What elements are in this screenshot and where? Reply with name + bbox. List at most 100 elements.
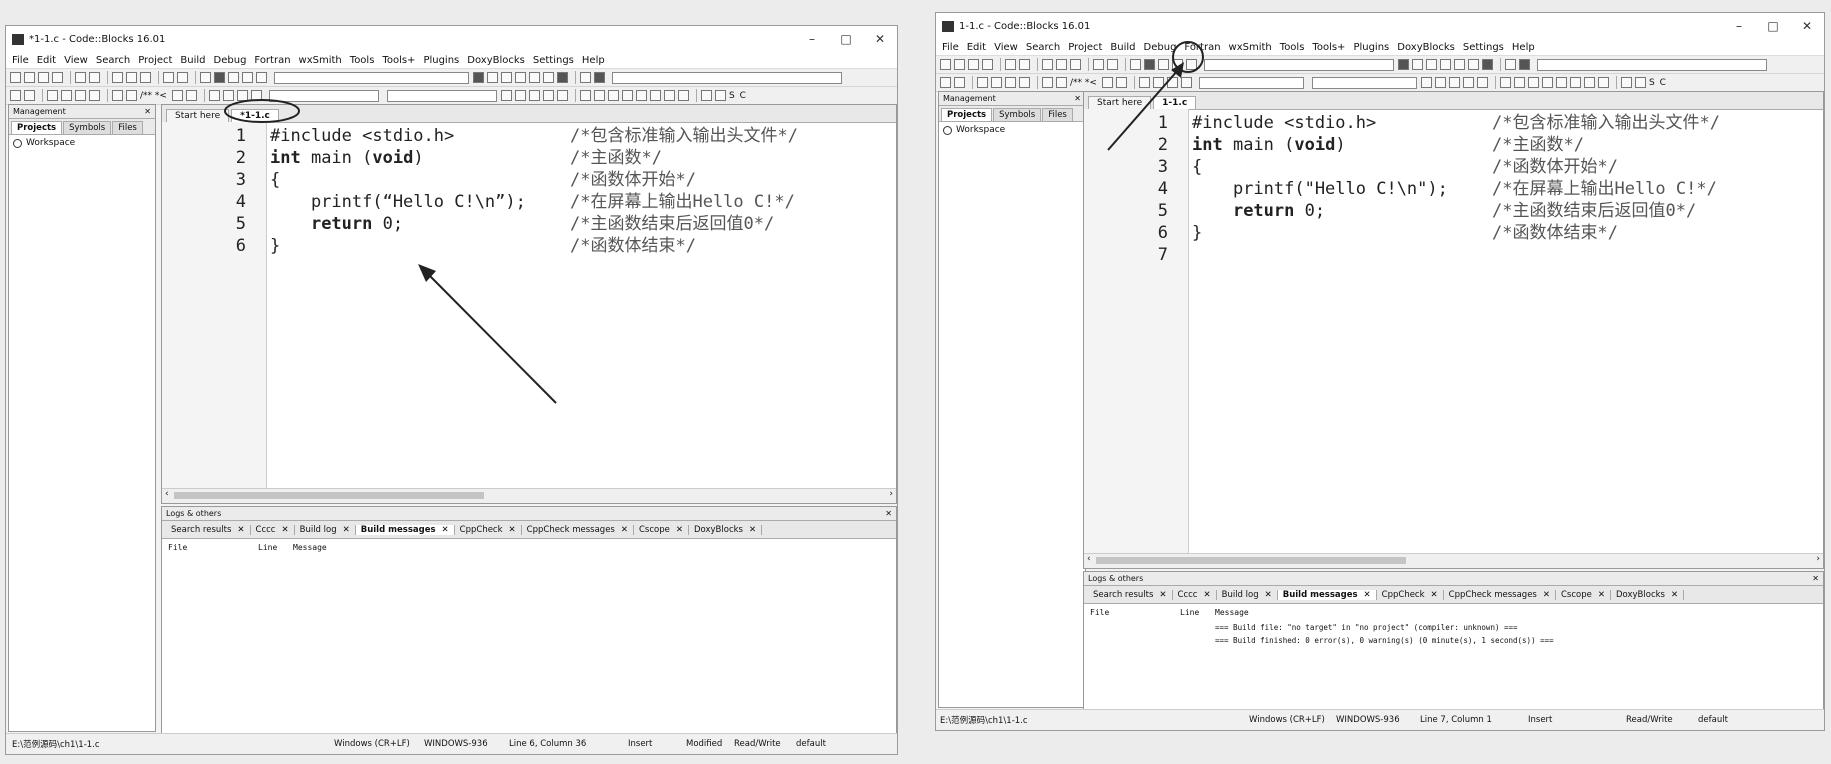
- log-tab-cppcheck[interactable]: CppCheck ✕: [1377, 589, 1444, 600]
- log-tab-search-results[interactable]: Search results ✕: [166, 524, 251, 535]
- tab-start-here[interactable]: Start here: [166, 109, 230, 122]
- debug-info-icon[interactable]: [1519, 59, 1530, 70]
- highlight-icon[interactable]: [1180, 77, 1192, 88]
- code-completion-combo[interactable]: [1537, 58, 1767, 71]
- debug-info-icon[interactable]: [594, 72, 605, 83]
- breakpoint-icon[interactable]: [222, 90, 234, 101]
- next-function-icon[interactable]: [1166, 77, 1178, 88]
- frame-icon[interactable]: [1513, 77, 1525, 88]
- button-widget-icon[interactable]: [635, 90, 647, 101]
- zoom-in-icon[interactable]: [1620, 77, 1632, 88]
- copy-icon[interactable]: [1056, 59, 1067, 70]
- log-tab-cppcheck-messages[interactable]: CppCheck messages ✕: [1444, 589, 1556, 600]
- tab-file-1-1-c[interactable]: 1-1.c: [1153, 96, 1197, 109]
- bookmark-next-icon[interactable]: [75, 90, 86, 101]
- debug-step-icon[interactable]: [1412, 59, 1423, 70]
- scroll-right-icon[interactable]: ›: [1816, 554, 1820, 564]
- highlight-icon[interactable]: [250, 90, 262, 101]
- log-tab-build-messages[interactable]: Build messages ✕: [355, 524, 455, 535]
- spellcheck-button[interactable]: S: [729, 91, 735, 101]
- menu-view[interactable]: View: [994, 42, 1018, 53]
- jump-icon[interactable]: [1042, 77, 1053, 88]
- build-gear-icon[interactable]: [200, 72, 211, 83]
- menu-debug[interactable]: Debug: [214, 55, 247, 66]
- tab-projects[interactable]: Projects: [11, 121, 63, 134]
- close-button[interactable]: ✕: [1790, 19, 1824, 33]
- bookmark-clear-icon[interactable]: [89, 90, 100, 101]
- log-tab-build-log[interactable]: Build log ✕: [1217, 589, 1278, 600]
- bookmark-toggle-icon[interactable]: [47, 90, 58, 101]
- list-widget-icon[interactable]: [1583, 77, 1595, 88]
- menu-wxsmith[interactable]: wxSmith: [1229, 42, 1272, 53]
- redo-icon[interactable]: [1019, 59, 1030, 70]
- menu-settings[interactable]: Settings: [1463, 42, 1504, 53]
- menu-file[interactable]: File: [942, 42, 959, 53]
- debug-windows-icon[interactable]: [1505, 59, 1516, 70]
- cut-icon[interactable]: [1042, 59, 1053, 70]
- menu-tools-plus[interactable]: Tools+: [1312, 42, 1345, 53]
- debug-stop-icon[interactable]: [557, 72, 568, 83]
- zoom-in-icon[interactable]: [700, 90, 712, 101]
- list-widget-icon[interactable]: [663, 90, 675, 101]
- scope-combo[interactable]: [268, 89, 379, 102]
- menu-search[interactable]: Search: [96, 55, 130, 66]
- frame-icon[interactable]: [593, 90, 605, 101]
- build-target-combo[interactable]: [274, 71, 469, 84]
- menu-settings[interactable]: Settings: [533, 55, 574, 66]
- function-combo[interactable]: [386, 89, 497, 102]
- management-close-button[interactable]: ✕: [144, 107, 151, 116]
- jump-back-icon[interactable]: [1056, 77, 1067, 88]
- code-editor[interactable]: #include <stdio.h> int main (void) { pri…: [1192, 109, 1823, 554]
- debug-run-icon[interactable]: [473, 72, 484, 83]
- copyright-button[interactable]: C: [740, 91, 746, 101]
- pointer-icon[interactable]: [1499, 77, 1511, 88]
- scroll-thumb[interactable]: [174, 492, 484, 499]
- doxy-extract-icon[interactable]: [1115, 77, 1127, 88]
- workspace-node[interactable]: Workspace: [9, 135, 155, 151]
- log-tab-cccc[interactable]: Cccc ✕: [1173, 589, 1217, 600]
- menu-tools[interactable]: Tools: [1280, 42, 1305, 53]
- log-tab-build-log[interactable]: Build log ✕: [295, 524, 356, 535]
- abort-icon[interactable]: [1186, 59, 1197, 70]
- log-tab-cccc[interactable]: Cccc ✕: [251, 524, 295, 535]
- replace-icon[interactable]: [1107, 59, 1118, 70]
- horizontal-scrollbar[interactable]: ‹ ›: [1084, 553, 1823, 568]
- build-and-run-icon[interactable]: [228, 72, 239, 83]
- copyright-button[interactable]: C: [1660, 78, 1666, 88]
- breakpoint-icon[interactable]: [1152, 77, 1164, 88]
- build-target-combo[interactable]: [1204, 58, 1394, 71]
- menu-plugins[interactable]: Plugins: [1353, 42, 1389, 53]
- menu-search[interactable]: Search: [1026, 42, 1060, 53]
- debug-pause-icon[interactable]: [1468, 59, 1479, 70]
- menu-help[interactable]: Help: [1512, 42, 1535, 53]
- match-icon[interactable]: [1462, 77, 1474, 88]
- code-completion-combo[interactable]: [612, 71, 842, 84]
- rebuild-icon[interactable]: [242, 72, 253, 83]
- redo-icon[interactable]: [89, 72, 100, 83]
- maximize-button[interactable]: □: [1756, 19, 1790, 33]
- panel-icon[interactable]: [1527, 77, 1539, 88]
- menu-doxyblocks[interactable]: DoxyBlocks: [1397, 42, 1455, 53]
- scroll-right-icon[interactable]: ›: [889, 489, 893, 499]
- debug-step-icon[interactable]: [487, 72, 498, 83]
- doxy-extract-icon[interactable]: [185, 90, 197, 101]
- menu-help[interactable]: Help: [582, 55, 605, 66]
- paste-icon[interactable]: [140, 72, 151, 83]
- build-and-run-icon[interactable]: [1158, 59, 1169, 70]
- scroll-left-icon[interactable]: ‹: [165, 489, 169, 499]
- match-icon[interactable]: [542, 90, 554, 101]
- log-tab-cppcheck[interactable]: CppCheck ✕: [455, 524, 522, 535]
- log-tab-doxyblocks[interactable]: DoxyBlocks ✕: [1611, 589, 1685, 600]
- run-icon[interactable]: [214, 72, 225, 83]
- new-file-icon[interactable]: [10, 72, 21, 83]
- run-icon[interactable]: [1144, 59, 1155, 70]
- debug-next-icon[interactable]: [1426, 59, 1437, 70]
- menu-wxsmith[interactable]: wxSmith: [299, 55, 342, 66]
- horizontal-scrollbar[interactable]: ‹ ›: [162, 488, 896, 503]
- debug-out-icon[interactable]: [529, 72, 540, 83]
- scroll-left-icon[interactable]: ‹: [1087, 554, 1091, 564]
- new-file-icon[interactable]: [940, 59, 951, 70]
- bookmark-prev-icon[interactable]: [61, 90, 72, 101]
- pen-icon[interactable]: [528, 90, 540, 101]
- function-combo[interactable]: [1311, 76, 1417, 89]
